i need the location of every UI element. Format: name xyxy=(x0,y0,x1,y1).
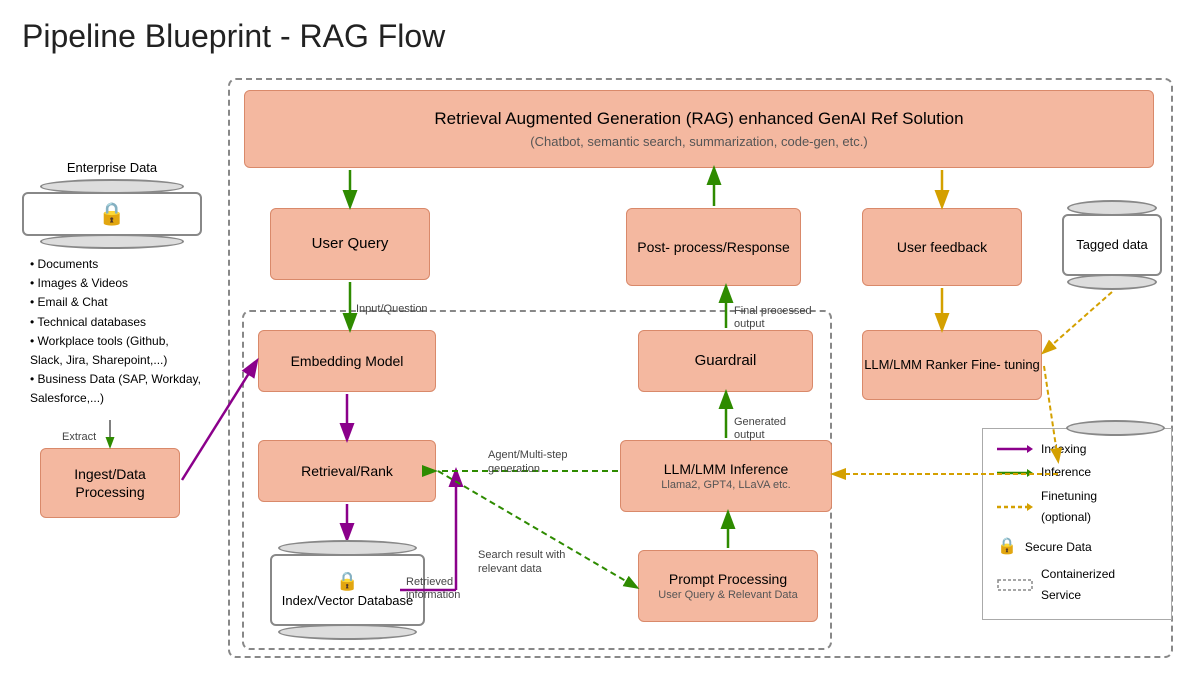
enterprise-data-label: Enterprise Data xyxy=(22,160,202,175)
embedding-model-label: Embedding Model xyxy=(291,352,404,370)
user-query-box: User Query xyxy=(270,208,430,280)
rag-subtitle-text: (Chatbot, semantic search, summarization… xyxy=(530,134,867,151)
tagged-data-cylinder: Tagged data xyxy=(1062,200,1162,290)
enterprise-data-container: Enterprise Data 🔒 • Documents • Images &… xyxy=(22,160,202,409)
user-feedback-label: User feedback xyxy=(897,238,987,256)
user-query-label: User Query xyxy=(312,234,389,254)
llm-sub-label: Llama2, GPT4, LLaVA etc. xyxy=(661,478,790,492)
llm-finetuning-label: LLM/LMM Ranker Fine- tuning xyxy=(864,357,1040,374)
user-feedback-box: User feedback xyxy=(862,208,1022,286)
legend-finetuning: Finetuning(optional) xyxy=(1041,486,1097,529)
llm-inference-box: LLM/LMM Inference Llama2, GPT4, LLaVA et… xyxy=(620,440,832,512)
svg-text:Extract: Extract xyxy=(62,431,96,443)
rag-title-box: Retrieval Augmented Generation (RAG) enh… xyxy=(244,90,1154,168)
guardrail-label: Guardrail xyxy=(695,351,757,371)
ingest-data-label: Ingest/Data Processing xyxy=(41,465,179,501)
legend-box: Indexing Inference Finetuning(optional) … xyxy=(982,428,1172,620)
llm-inference-label: LLM/LMM Inference xyxy=(664,460,789,478)
legend-inference: Inference xyxy=(1041,462,1091,484)
legend-indexing: Indexing xyxy=(1041,439,1086,461)
guardrail-box: Guardrail xyxy=(638,330,813,392)
retrieval-rank-label: Retrieval/Rank xyxy=(301,462,393,480)
embedding-model-box: Embedding Model xyxy=(258,330,436,392)
enterprise-list: • Documents • Images & Videos • Email & … xyxy=(22,255,202,409)
post-process-label: Post- process/Response xyxy=(637,238,790,256)
tagged-data-label: Tagged data xyxy=(1076,237,1148,254)
page-title: Pipeline Blueprint - RAG Flow xyxy=(22,18,445,55)
prompt-sub-label: User Query & Relevant Data xyxy=(658,588,797,602)
legend-containerized: ContainerizedService xyxy=(1041,564,1115,607)
prompt-processing-box: Prompt Processing User Query & Relevant … xyxy=(638,550,818,622)
ingest-data-box: Ingest/Data Processing xyxy=(40,448,180,518)
index-vector-db: 🔒 Index/Vector Database xyxy=(270,540,425,640)
llm-finetuning-box: LLM/LMM Ranker Fine- tuning xyxy=(862,330,1042,400)
rag-title-text: Retrieval Augmented Generation (RAG) enh… xyxy=(434,108,963,130)
prompt-processing-label: Prompt Processing xyxy=(669,570,787,588)
index-db-label: Index/Vector Database xyxy=(282,593,414,610)
retrieval-rank-box: Retrieval/Rank xyxy=(258,440,436,502)
post-process-box: Post- process/Response xyxy=(626,208,801,286)
legend-secure: Secure Data xyxy=(1025,537,1092,559)
